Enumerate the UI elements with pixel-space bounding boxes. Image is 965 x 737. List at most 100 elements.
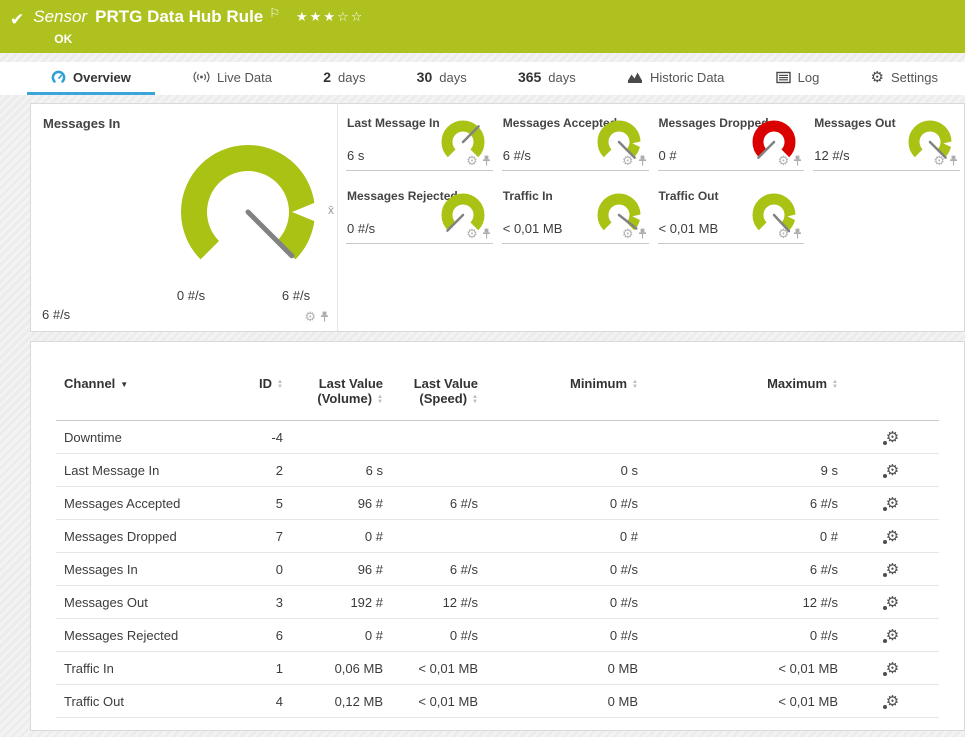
- sensor-header: ✔ Sensor PRTG Data Hub Rule ⚐ ★★★☆☆ OK: [0, 0, 965, 53]
- star-filled-icon[interactable]: ★: [323, 9, 337, 24]
- star-empty-icon[interactable]: ☆: [337, 9, 351, 24]
- channel-settings-icon[interactable]: ⚙: [886, 628, 899, 643]
- mini-gauge-value: < 0,01 MB: [503, 221, 563, 236]
- gear-icon[interactable]: ⚙: [466, 227, 478, 240]
- cell-maximum: 6 #/s: [646, 487, 846, 520]
- tab-settings[interactable]: ⚙ Settings: [858, 62, 951, 95]
- gauges-section: Messages In 0 #/s 6 #/s x̄ 6 #/s ⚙ Last …: [30, 103, 965, 332]
- cell-channel: Messages Dropped: [56, 520, 221, 553]
- channel-table: Channel▼ID▲▼Last Value(Volume)▲▼Last Val…: [56, 368, 939, 718]
- table-row-downtime: Downtime -4 ⚙: [56, 421, 939, 454]
- pin-icon[interactable]: [949, 155, 958, 166]
- pin-icon[interactable]: [320, 311, 329, 322]
- cell-channel: Downtime: [56, 421, 221, 454]
- mini-gauge-value: 0 #: [659, 148, 677, 163]
- gear-icon[interactable]: ⚙: [466, 154, 478, 167]
- cell-last-value-speed: < 0,01 MB: [391, 685, 486, 718]
- star-empty-icon[interactable]: ☆: [351, 9, 365, 24]
- cell-id: -4: [221, 421, 291, 454]
- pin-icon[interactable]: [638, 155, 647, 166]
- channel-settings-icon[interactable]: ⚙: [886, 661, 899, 676]
- channel-settings-icon[interactable]: ⚙: [886, 529, 899, 544]
- cell-last-value-volume: 96 #: [291, 487, 391, 520]
- gear-icon[interactable]: ⚙: [622, 227, 634, 240]
- tab-log[interactable]: Log: [763, 62, 833, 95]
- cell-id: 6: [221, 619, 291, 652]
- channel-settings-icon[interactable]: ⚙: [886, 595, 899, 610]
- sort-icon[interactable]: ▲▼: [377, 395, 383, 405]
- tab-historic-data[interactable]: Historic Data: [614, 62, 737, 95]
- mini-gauge-value: 6 s: [347, 148, 364, 163]
- channel-settings-icon[interactable]: ⚙: [886, 694, 899, 709]
- cell-maximum: 9 s: [646, 454, 846, 487]
- cell-last-value-speed: < 0,01 MB: [391, 652, 486, 685]
- channel-settings-icon[interactable]: ⚙: [886, 496, 899, 511]
- cell-maximum: 0 #: [646, 520, 846, 553]
- star-filled-icon[interactable]: ★: [310, 9, 324, 24]
- cell-last-value-speed: [391, 454, 486, 487]
- tab-live-data[interactable]: Live Data: [180, 62, 285, 95]
- cell-last-value-volume: 0,12 MB: [291, 685, 391, 718]
- pin-icon[interactable]: [793, 155, 802, 166]
- cell-last-value-speed: 6 #/s: [391, 553, 486, 586]
- cell-last-value-speed: [391, 520, 486, 553]
- flag-icon[interactable]: ⚐: [269, 3, 280, 23]
- mini-gauge-messages-accepted: Messages Accepted 6 #/s ⚙: [502, 113, 649, 171]
- mini-gauge-value: 0 #/s: [347, 221, 375, 236]
- column-header-vol[interactable]: Last Value(Volume)▲▼: [291, 368, 391, 421]
- column-header-max[interactable]: Maximum▲▼: [646, 368, 846, 421]
- sort-caret-icon[interactable]: ▼: [120, 380, 128, 389]
- channel-settings-icon[interactable]: ⚙: [886, 430, 899, 445]
- column-header-channel[interactable]: Channel▼: [56, 368, 221, 421]
- priority-rating[interactable]: ★★★☆☆: [296, 7, 364, 27]
- column-header-min[interactable]: Minimum▲▼: [486, 368, 646, 421]
- gear-icon[interactable]: ⚙: [933, 154, 945, 167]
- column-header-speed[interactable]: Last Value(Speed)▲▼: [391, 368, 486, 421]
- table-row-traffic-out: Traffic Out 4 0,12 MB < 0,01 MB 0 MB < 0…: [56, 685, 939, 718]
- star-filled-icon[interactable]: ★: [296, 9, 310, 24]
- table-row-messages-rejected: Messages Rejected 6 0 # 0 #/s 0 #/s 0 #/…: [56, 619, 939, 652]
- sort-icon[interactable]: ▲▼: [277, 380, 283, 390]
- tab-2-days[interactable]: 2 days: [310, 62, 378, 95]
- channel-settings-icon[interactable]: ⚙: [886, 463, 899, 478]
- channel-table-panel: Channel▼ID▲▼Last Value(Volume)▲▼Last Val…: [30, 341, 965, 731]
- table-row-traffic-in: Traffic In 1 0,06 MB < 0,01 MB 0 MB < 0,…: [56, 652, 939, 685]
- gear-icon: ⚙: [871, 70, 884, 85]
- cell-last-value-speed: 12 #/s: [391, 586, 486, 619]
- mini-gauge-title: Last Message In: [347, 116, 440, 130]
- gauge-average-marker: x̄: [328, 203, 334, 217]
- sensor-header-main: Sensor PRTG Data Hub Rule ⚐ ★★★☆☆ OK: [33, 7, 364, 46]
- gauge-icon: [51, 70, 66, 85]
- sort-icon[interactable]: ▲▼: [832, 380, 838, 390]
- sort-icon[interactable]: ▲▼: [472, 395, 478, 405]
- pin-icon[interactable]: [482, 228, 491, 239]
- pin-icon[interactable]: [482, 155, 491, 166]
- gear-icon[interactable]: ⚙: [622, 154, 634, 167]
- historic-data-icon: [627, 71, 643, 84]
- mini-gauge-title: Traffic Out: [659, 189, 719, 203]
- primary-gauge-panel: Messages In 0 #/s 6 #/s x̄ 6 #/s ⚙: [31, 104, 338, 331]
- cell-last-value-volume: 192 #: [291, 586, 391, 619]
- sort-icon[interactable]: ▲▼: [632, 380, 638, 390]
- cell-last-value-volume: 0,06 MB: [291, 652, 391, 685]
- object-kind-label: Sensor: [33, 7, 87, 27]
- gear-icon[interactable]: ⚙: [778, 154, 790, 167]
- mini-gauge-value: 12 #/s: [814, 148, 849, 163]
- pin-icon[interactable]: [638, 228, 647, 239]
- tab-30-days[interactable]: 30 days: [404, 62, 480, 95]
- gauge-scale-min: 0 #/s: [177, 288, 205, 303]
- status-check-icon: ✔: [10, 10, 24, 30]
- cell-last-value-volume: 6 s: [291, 454, 391, 487]
- mini-gauge-title: Traffic In: [503, 189, 553, 203]
- pin-icon[interactable]: [793, 228, 802, 239]
- cell-last-value-speed: [391, 421, 486, 454]
- cell-minimum: 0 #: [486, 520, 646, 553]
- tab-overview[interactable]: Overview: [27, 62, 155, 95]
- gear-icon[interactable]: ⚙: [778, 227, 790, 240]
- cell-last-value-speed: 0 #/s: [391, 619, 486, 652]
- mini-gauge-value: < 0,01 MB: [659, 221, 719, 236]
- gear-icon[interactable]: ⚙: [304, 310, 316, 323]
- channel-settings-icon[interactable]: ⚙: [886, 562, 899, 577]
- column-header-id[interactable]: ID▲▼: [221, 368, 291, 421]
- tab-365-days[interactable]: 365 days: [505, 62, 589, 95]
